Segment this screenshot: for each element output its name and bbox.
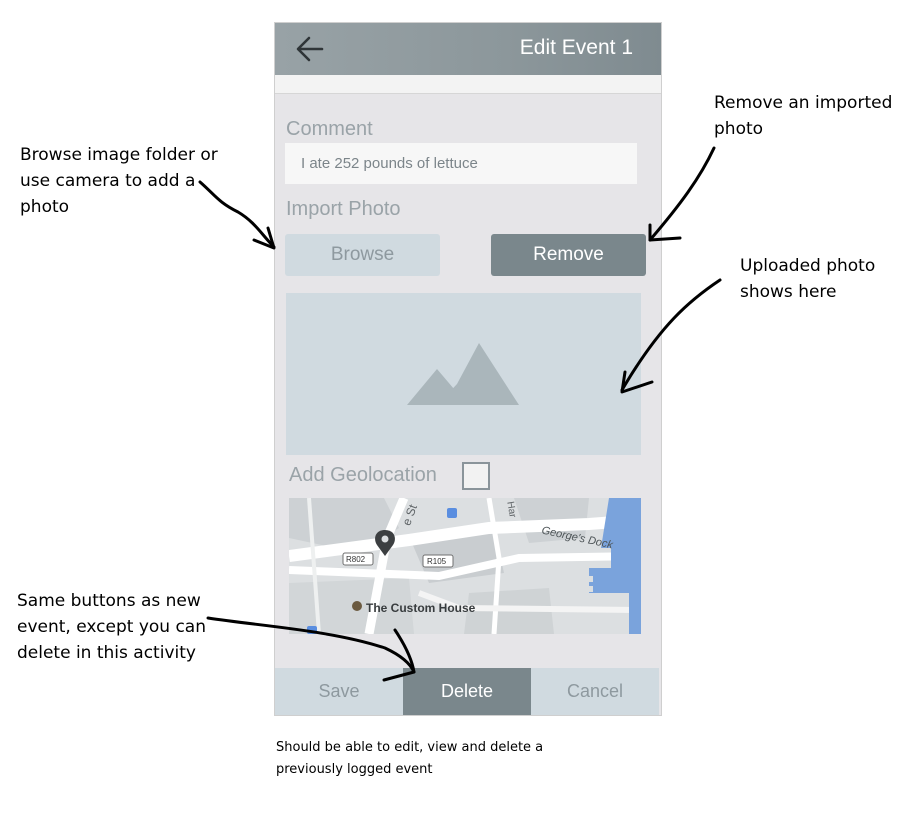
page-title: Edit Event 1 [519, 36, 633, 59]
remove-annotation: Remove an imported photo [714, 93, 893, 139]
appbar-divider [275, 75, 661, 94]
map-label-road-b: R105 [427, 557, 447, 566]
phone-screen: Edit Event 1 Comment Import Photo Browse… [274, 22, 662, 716]
map-label-road-a: R802 [346, 555, 366, 564]
map-view[interactable]: R802 R105 e St Har George's Dock The Cus… [289, 498, 641, 634]
remove-button[interactable]: Remove [491, 234, 646, 276]
buttons-annotation: Same buttons as new event, except you ca… [17, 591, 206, 663]
browse-button[interactable]: Browse [285, 234, 440, 276]
comment-label: Comment [286, 118, 373, 140]
delete-button[interactable]: Delete [403, 668, 531, 715]
arrow-left-icon[interactable] [295, 35, 325, 63]
comment-input[interactable] [285, 143, 637, 184]
image-placeholder-icon [407, 343, 519, 405]
import-photo-label: Import Photo [286, 198, 401, 220]
bottom-action-bar: Save Delete Cancel [275, 668, 661, 715]
cancel-button[interactable]: Cancel [531, 668, 659, 715]
caption: Should be able to edit, view and delete … [276, 740, 544, 777]
app-bar: Edit Event 1 [275, 23, 661, 75]
browse-annotation: Browse image folder or use camera to add… [20, 145, 218, 217]
upload-annotation: Uploaded photo shows here [740, 256, 876, 302]
geolocation-label: Add Geolocation [289, 464, 437, 486]
photo-preview [286, 293, 641, 455]
map-label-poi: The Custom House [366, 601, 476, 615]
save-button[interactable]: Save [275, 668, 403, 715]
geolocation-checkbox[interactable] [462, 462, 490, 490]
